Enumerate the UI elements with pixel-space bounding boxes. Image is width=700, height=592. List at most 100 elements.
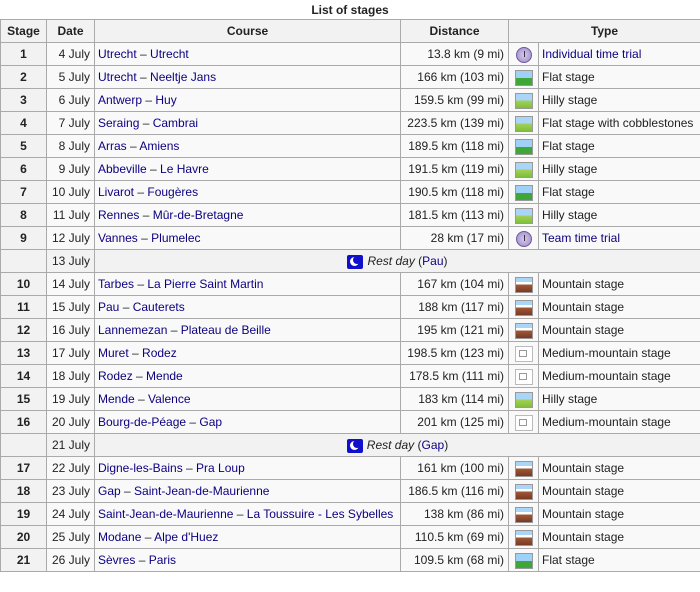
course-finish-link[interactable]: Mende bbox=[146, 369, 183, 383]
course-start-link[interactable]: Rennes bbox=[98, 208, 139, 222]
course-start-link[interactable]: Bourg-de-Péage bbox=[98, 415, 186, 429]
distance-cell: 161 km (100 mi) bbox=[400, 456, 509, 480]
course-start-link[interactable]: Utrecht bbox=[98, 47, 137, 61]
course-start-link[interactable]: Gap bbox=[98, 484, 121, 498]
hilly-stage-icon[interactable] bbox=[514, 207, 533, 224]
course-finish-link[interactable]: Neeltje Jans bbox=[150, 70, 216, 84]
course-start-link[interactable]: Abbeville bbox=[98, 162, 147, 176]
course-start-link[interactable]: Modane bbox=[98, 530, 141, 544]
mountain-stage-icon[interactable] bbox=[514, 299, 533, 316]
distance-cell: 188 km (117 mi) bbox=[400, 295, 509, 319]
header-stage[interactable]: Stage bbox=[0, 19, 47, 43]
course-start-link[interactable]: Arras bbox=[98, 139, 127, 153]
course-finish-link[interactable]: Utrecht bbox=[150, 47, 189, 61]
hilly-stage-icon[interactable] bbox=[514, 92, 533, 109]
course-finish-link[interactable]: Rodez bbox=[142, 346, 177, 360]
course-start-link[interactable]: Saint-Jean-de-Maurienne bbox=[98, 507, 233, 521]
mountain-stage-icon[interactable] bbox=[514, 483, 533, 500]
stage-type-icon-cell bbox=[508, 548, 539, 572]
course-start-link[interactable]: Digne-les-Bains bbox=[98, 461, 183, 475]
course-finish-link[interactable]: Huy bbox=[155, 93, 176, 107]
stage-type-icon-cell bbox=[508, 295, 539, 319]
stage-type-cell: Flat stage bbox=[538, 548, 700, 572]
course-start-link[interactable]: Seraing bbox=[98, 116, 139, 130]
hilly-stage-icon[interactable] bbox=[514, 161, 533, 178]
course-finish-link[interactable]: Valence bbox=[148, 392, 190, 406]
medium-mountain-stage-icon[interactable] bbox=[514, 368, 533, 385]
hilly-stage-icon[interactable] bbox=[514, 115, 533, 132]
course-finish-link[interactable]: Mûr-de-Bretagne bbox=[153, 208, 244, 222]
course-finish-link[interactable]: Gap bbox=[199, 415, 222, 429]
course-finish-link[interactable]: Amiens bbox=[139, 139, 179, 153]
stage-type-icon-cell bbox=[508, 180, 539, 204]
course-start-link[interactable]: Lannemezan bbox=[98, 323, 167, 337]
course-finish-link[interactable]: Cauterets bbox=[133, 300, 185, 314]
hilly-stage-icon[interactable] bbox=[514, 391, 533, 408]
course-start-link[interactable]: Mende bbox=[98, 392, 135, 406]
course-finish-link[interactable]: Plateau de Beille bbox=[181, 323, 271, 337]
course-finish-link[interactable]: La Toussuire - Les Sybelles bbox=[247, 507, 394, 521]
course-finish-link[interactable]: Cambrai bbox=[153, 116, 198, 130]
course-finish-link[interactable]: Alpe d'Huez bbox=[154, 530, 218, 544]
mountain-stage-icon[interactable] bbox=[514, 276, 533, 293]
stage-type-icon-cell bbox=[508, 364, 539, 388]
course-start-link[interactable]: Pau bbox=[98, 300, 119, 314]
course-finish-link[interactable]: La Pierre Saint Martin bbox=[147, 277, 263, 291]
course-cell: Sèvres – Paris bbox=[94, 548, 401, 572]
course-finish-link[interactable]: Fougères bbox=[147, 185, 198, 199]
date-cell: 21 July bbox=[46, 433, 95, 457]
course-finish-link[interactable]: Paris bbox=[149, 553, 176, 567]
stage-type-label: Medium-mountain stage bbox=[542, 415, 671, 429]
header-distance[interactable]: Distance bbox=[400, 19, 509, 43]
course-finish-link[interactable]: Plumelec bbox=[151, 231, 200, 245]
flat-stage-icon[interactable] bbox=[514, 552, 533, 569]
course-start-link[interactable]: Sèvres bbox=[98, 553, 135, 567]
stage-number: 11 bbox=[0, 295, 47, 319]
course-finish-link[interactable]: Saint-Jean-de-Maurienne bbox=[134, 484, 269, 498]
mountain-stage-icon[interactable] bbox=[514, 529, 533, 546]
stage-type-link[interactable]: Team time trial bbox=[542, 231, 620, 245]
course-start-link[interactable]: Livarot bbox=[98, 185, 134, 199]
table-row: 17 22 July Digne-les-Bains – Pra Loup 161 k… bbox=[0, 456, 700, 480]
distance-cell: 191.5 km (119 mi) bbox=[400, 157, 509, 181]
header-course[interactable]: Course bbox=[94, 19, 401, 43]
flat-stage-icon[interactable] bbox=[514, 184, 533, 201]
mountain-stage-icon[interactable] bbox=[514, 460, 533, 477]
course-finish-link[interactable]: Pra Loup bbox=[196, 461, 245, 475]
flat-stage-icon[interactable] bbox=[514, 138, 533, 155]
stage-type-label: Mountain stage bbox=[542, 277, 625, 291]
stage-type-label: Flat stage bbox=[542, 553, 595, 567]
stage-type-link[interactable]: Individual time trial bbox=[542, 47, 641, 61]
medium-mountain-stage-icon[interactable] bbox=[514, 345, 533, 362]
clock-icon[interactable] bbox=[515, 230, 532, 247]
flat-stage-icon[interactable] bbox=[514, 69, 533, 86]
stage-type-icon-cell bbox=[508, 65, 539, 89]
course-start-link[interactable]: Tarbes bbox=[98, 277, 134, 291]
table-row: 13 17 July Muret – Rodez 198.5 km (123 mi) M… bbox=[0, 341, 700, 365]
header-type[interactable]: Type bbox=[508, 19, 700, 43]
header-date[interactable]: Date bbox=[46, 19, 95, 43]
mountain-stage-icon[interactable] bbox=[514, 506, 533, 523]
stage-type-cell: Medium-mountain stage bbox=[538, 364, 700, 388]
rest-day-place-link[interactable]: Gap bbox=[422, 438, 445, 452]
rest-day-place-link[interactable]: Pau bbox=[422, 254, 443, 268]
course-start-link[interactable]: Utrecht bbox=[98, 70, 137, 84]
course-cell: Utrecht – Neeltje Jans bbox=[94, 65, 401, 89]
medium-mountain-stage-icon[interactable] bbox=[514, 414, 533, 431]
stage-type-icon-cell bbox=[508, 387, 539, 411]
course-cell: Gap – Saint-Jean-de-Maurienne bbox=[94, 479, 401, 503]
course-start-link[interactable]: Antwerp bbox=[98, 93, 142, 107]
stage-type-icon-cell bbox=[508, 111, 539, 135]
course-start-link[interactable]: Vannes bbox=[98, 231, 138, 245]
mountain-stage-icon[interactable] bbox=[514, 322, 533, 339]
course-start-link[interactable]: Muret bbox=[98, 346, 129, 360]
date-cell: 26 July bbox=[46, 548, 95, 572]
table-row: 8 11 July Rennes – Mûr-de-Bretagne 181.5 km… bbox=[0, 203, 700, 227]
date-cell: 17 July bbox=[46, 341, 95, 365]
course-start-link[interactable]: Rodez bbox=[98, 369, 133, 383]
course-cell: Tarbes – La Pierre Saint Martin bbox=[94, 272, 401, 296]
course-finish-link[interactable]: Le Havre bbox=[160, 162, 209, 176]
stage-cell bbox=[0, 249, 47, 273]
clock-icon[interactable] bbox=[515, 46, 532, 63]
stage-type-cell: Team time trial bbox=[538, 226, 700, 250]
